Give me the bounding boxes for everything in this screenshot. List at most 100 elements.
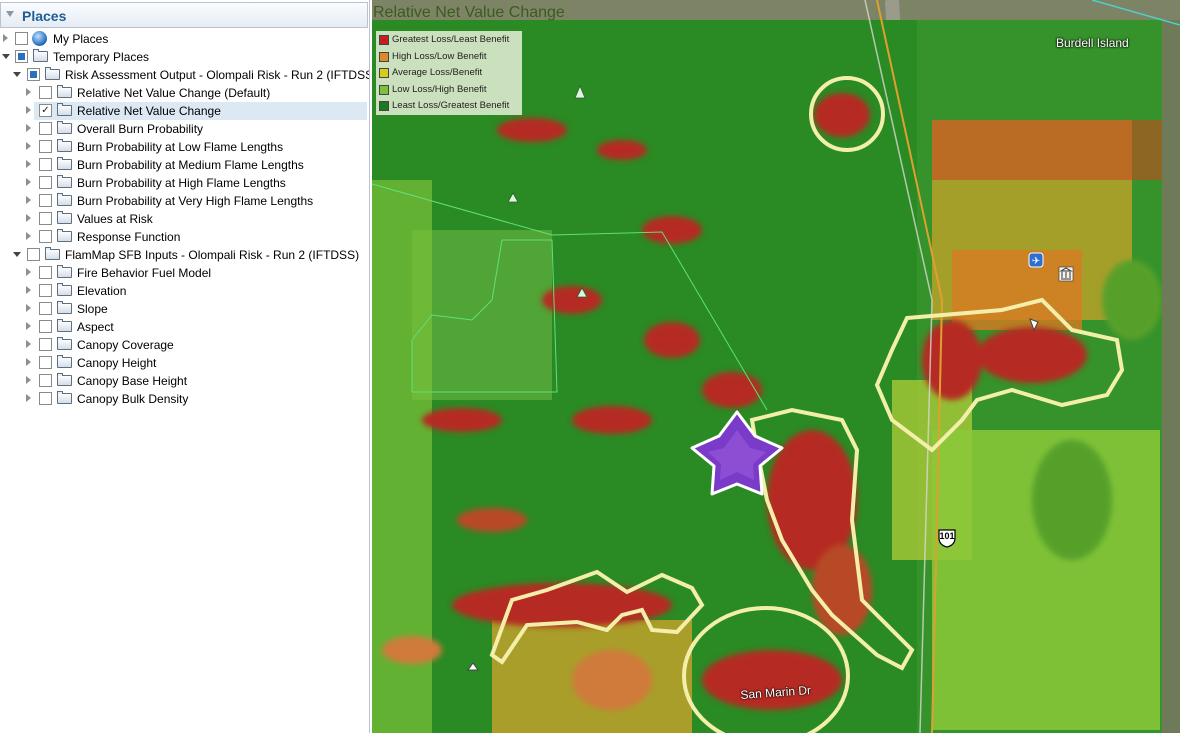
places-panel-title: Places — [22, 8, 67, 24]
tree-checkbox[interactable] — [39, 194, 52, 207]
tree-item-relative-net-value-change-default[interactable]: Relative Net Value Change (Default) — [0, 84, 368, 102]
expand-arrow-icon[interactable] — [26, 196, 31, 204]
tree-checkbox[interactable] — [27, 248, 40, 261]
expand-arrow-icon[interactable] — [26, 358, 31, 366]
folder-icon — [57, 193, 72, 206]
expand-arrow-icon[interactable] — [26, 106, 31, 114]
tree-item-label: Values at Risk — [77, 212, 153, 226]
svg-text:✈: ✈ — [1032, 256, 1040, 267]
expand-arrow-icon[interactable] — [26, 304, 31, 312]
expand-arrow-icon[interactable] — [26, 394, 31, 402]
tree-item-burn-probability-high[interactable]: Burn Probability at High Flame Lengths — [0, 174, 368, 192]
tree-item-label: Relative Net Value Change — [77, 104, 221, 118]
expand-arrow-icon[interactable] — [26, 160, 31, 168]
places-panel-header[interactable]: Places — [0, 2, 368, 28]
tree-checkbox[interactable] — [15, 50, 28, 63]
tree-item-label: Fire Behavior Fuel Model — [77, 266, 212, 280]
folder-icon — [57, 373, 72, 386]
folder-icon — [57, 337, 72, 350]
tree-checkbox[interactable] — [39, 302, 52, 315]
tree-checkbox[interactable] — [39, 212, 52, 225]
expand-arrow-icon[interactable] — [26, 268, 31, 276]
tree-item-aspect[interactable]: Aspect — [0, 318, 368, 336]
tree-item-risk-assessment-output[interactable]: Risk Assessment Output - Olompali Risk -… — [0, 66, 370, 84]
tree-item-burn-probability-low[interactable]: Burn Probability at Low Flame Lengths — [0, 138, 368, 156]
folder-icon — [33, 49, 48, 62]
tree-item-canopy-base-height[interactable]: Canopy Base Height — [0, 372, 368, 390]
tree-checkbox[interactable] — [27, 68, 40, 81]
expand-arrow-icon[interactable] — [26, 322, 31, 330]
legend-label: Greatest Loss/Least Benefit — [392, 34, 510, 45]
expand-arrow-icon[interactable] — [26, 232, 31, 240]
expand-arrow-icon[interactable] — [26, 376, 31, 384]
tree-item-label: Canopy Coverage — [77, 338, 174, 352]
highway-shield-icon: 101 — [937, 528, 957, 548]
folder-icon — [57, 355, 72, 368]
tree-checkbox[interactable] — [15, 32, 28, 45]
tree-checkbox[interactable] — [39, 356, 52, 369]
expand-arrow-icon[interactable] — [3, 34, 8, 42]
tree-item-label: Burn Probability at Low Flame Lengths — [77, 140, 284, 154]
risk-raster-overlay — [372, 20, 1162, 733]
tree-checkbox[interactable] — [39, 140, 52, 153]
tree-item-values-at-risk[interactable]: Values at Risk — [0, 210, 368, 228]
legend-swatch — [379, 85, 389, 95]
tree-item-response-function[interactable]: Response Function — [0, 228, 368, 246]
tree-item-canopy-coverage[interactable]: Canopy Coverage — [0, 336, 368, 354]
tree-checkbox[interactable] — [39, 338, 52, 351]
museum-icon — [1058, 266, 1074, 282]
tree-item-flammap-sfb-inputs[interactable]: FlamMap SFB Inputs - Olompali Risk - Run… — [0, 246, 368, 264]
folder-icon — [57, 283, 72, 296]
legend-swatch — [379, 52, 389, 62]
airport-icon: ✈ — [1028, 252, 1044, 268]
folder-icon — [57, 103, 72, 116]
tree-item-elevation[interactable]: Elevation — [0, 282, 368, 300]
folder-icon — [57, 301, 72, 314]
expand-arrow-icon[interactable] — [26, 340, 31, 348]
collapse-arrow-icon[interactable] — [6, 11, 14, 17]
tree-item-slope[interactable]: Slope — [0, 300, 368, 318]
folder-icon — [57, 391, 72, 404]
folder-icon — [57, 139, 72, 152]
legend-swatch — [379, 68, 389, 78]
expand-arrow-icon[interactable] — [26, 124, 31, 132]
tree-checkbox[interactable] — [39, 86, 52, 99]
tree-item-label: Risk Assessment Output - Olompali Risk -… — [65, 68, 370, 82]
tree-item-fire-behavior-fuel-model[interactable]: Fire Behavior Fuel Model — [0, 264, 368, 282]
tree-checkbox[interactable] — [39, 320, 52, 333]
folder-icon — [45, 247, 60, 260]
tree-item-my-places[interactable]: My Places — [0, 30, 368, 48]
folder-icon — [57, 157, 72, 170]
tree-item-burn-probability-medium[interactable]: Burn Probability at Medium Flame Lengths — [0, 156, 368, 174]
tree-checkbox[interactable] — [39, 374, 52, 387]
tree-item-canopy-bulk-density[interactable]: Canopy Bulk Density — [0, 390, 368, 408]
folder-icon — [57, 229, 72, 242]
expand-arrow-icon[interactable] — [26, 178, 31, 186]
globe-icon — [32, 31, 47, 46]
legend-swatch — [379, 35, 389, 45]
tree-checkbox[interactable] — [39, 122, 52, 135]
tree-checkbox[interactable] — [39, 176, 52, 189]
expand-arrow-icon[interactable] — [26, 286, 31, 294]
map-legend: Greatest Loss/Least Benefit High Loss/Lo… — [376, 31, 522, 115]
legend-swatch — [379, 101, 389, 111]
tree-item-relative-net-value-change[interactable]: ✓ Relative Net Value Change — [26, 102, 367, 120]
expand-arrow-icon[interactable] — [26, 142, 31, 150]
expand-arrow-icon[interactable] — [26, 88, 31, 96]
tree-checkbox-checked[interactable]: ✓ — [39, 104, 52, 117]
tree-item-canopy-height[interactable]: Canopy Height — [0, 354, 368, 372]
tree-checkbox[interactable] — [39, 230, 52, 243]
tree-item-label: Canopy Bulk Density — [77, 392, 189, 406]
places-panel: Places My Places Temporary Places Risk A… — [0, 0, 370, 733]
tree-checkbox[interactable] — [39, 158, 52, 171]
tree-item-overall-burn-probability[interactable]: Overall Burn Probability — [0, 120, 368, 138]
tree-item-burn-probability-very-high[interactable]: Burn Probability at Very High Flame Leng… — [0, 192, 368, 210]
tree-item-temporary-places[interactable]: Temporary Places — [0, 48, 368, 66]
tree-checkbox[interactable] — [39, 266, 52, 279]
collapse-arrow-icon[interactable] — [13, 252, 21, 257]
tree-checkbox[interactable] — [39, 284, 52, 297]
collapse-arrow-icon[interactable] — [2, 54, 10, 59]
expand-arrow-icon[interactable] — [26, 214, 31, 222]
collapse-arrow-icon[interactable] — [13, 72, 21, 77]
tree-checkbox[interactable] — [39, 392, 52, 405]
